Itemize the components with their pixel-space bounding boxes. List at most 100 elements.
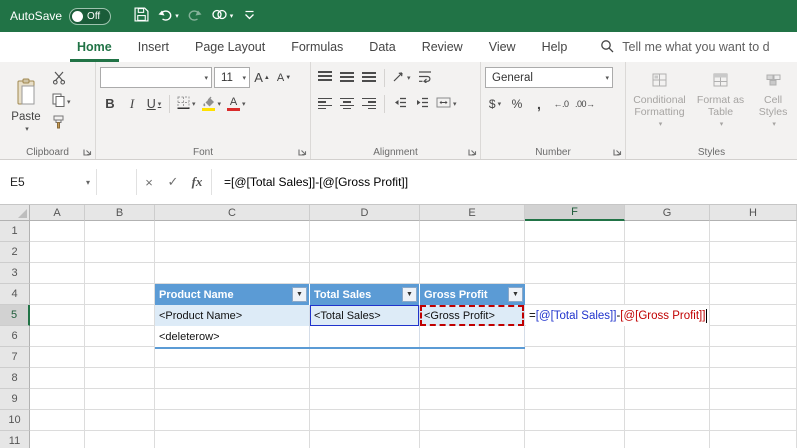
- cell-G1[interactable]: [625, 221, 710, 242]
- name-box[interactable]: E5 ▾: [0, 169, 97, 195]
- save-button[interactable]: [129, 3, 153, 29]
- cell-F5-formula-editing[interactable]: = [@[Total Sales]] - [@[Gross Profit]]: [526, 305, 710, 326]
- cell-F7[interactable]: [525, 347, 625, 368]
- undo-dropdown-icon[interactable]: ▾: [175, 12, 179, 20]
- conditional-formatting-button[interactable]: Conditional Formatting ▾: [630, 69, 689, 128]
- underline-button[interactable]: U ▾: [144, 93, 164, 114]
- cell-A5[interactable]: [30, 305, 85, 326]
- filter-dropdown-button[interactable]: ▼: [508, 287, 523, 302]
- rings-dropdown-icon[interactable]: ▾: [230, 12, 234, 20]
- cell-A2[interactable]: [30, 242, 85, 263]
- fill-color-button[interactable]: ▾: [200, 93, 224, 114]
- cell-D3[interactable]: [310, 263, 420, 284]
- cell-A11[interactable]: [30, 431, 85, 448]
- cell-H8[interactable]: [710, 368, 797, 389]
- cell-H7[interactable]: [710, 347, 797, 368]
- row-header-11[interactable]: 11: [0, 431, 30, 448]
- column-header-F[interactable]: F: [525, 205, 625, 221]
- cell-A3[interactable]: [30, 263, 85, 284]
- cell-C11[interactable]: [155, 431, 310, 448]
- rings-button[interactable]: ▾: [210, 3, 234, 29]
- cell-D2[interactable]: [310, 242, 420, 263]
- merge-center-button[interactable]: ▾: [434, 93, 459, 114]
- font-name-select[interactable]: ▾: [100, 67, 212, 88]
- orientation-button[interactable]: ▾: [390, 67, 413, 88]
- cell-H11[interactable]: [710, 431, 797, 448]
- cell-G7[interactable]: [625, 347, 710, 368]
- paste-button[interactable]: Paste ▾: [4, 67, 48, 143]
- font-name-dropdown-icon[interactable]: ▾: [204, 74, 208, 82]
- align-center-button[interactable]: [337, 93, 357, 114]
- tab-formulas[interactable]: Formulas: [278, 32, 356, 62]
- cell-C3[interactable]: [155, 263, 310, 284]
- paste-dropdown-icon[interactable]: ▾: [25, 125, 29, 133]
- tab-home[interactable]: Home: [64, 32, 125, 62]
- bold-button[interactable]: B: [100, 93, 120, 114]
- font-dialog-launcher[interactable]: [296, 145, 308, 157]
- cell-H10[interactable]: [710, 410, 797, 431]
- number-format-dropdown-icon[interactable]: ▾: [605, 74, 609, 82]
- autosave-control[interactable]: AutoSave Off: [10, 7, 112, 25]
- tab-data[interactable]: Data: [356, 32, 408, 62]
- comma-style-button[interactable]: ,: [529, 93, 549, 114]
- cell-C8[interactable]: [155, 368, 310, 389]
- cell-F10[interactable]: [525, 410, 625, 431]
- cell-B9[interactable]: [85, 389, 155, 410]
- cell-D9[interactable]: [310, 389, 420, 410]
- cell-B1[interactable]: [85, 221, 155, 242]
- cancel-button[interactable]: ×: [137, 169, 161, 195]
- cell-C2[interactable]: [155, 242, 310, 263]
- undo-button[interactable]: ▾: [156, 3, 180, 29]
- tab-help[interactable]: Help: [529, 32, 581, 62]
- column-header-E[interactable]: E: [420, 205, 525, 221]
- tab-view[interactable]: View: [476, 32, 529, 62]
- cell-D8[interactable]: [310, 368, 420, 389]
- cell-F6[interactable]: [525, 326, 625, 347]
- cell-A6[interactable]: [30, 326, 85, 347]
- decrease-indent-button[interactable]: [390, 93, 410, 114]
- orientation-dropdown-icon[interactable]: ▾: [407, 74, 411, 82]
- autosave-toggle[interactable]: Off: [69, 7, 112, 25]
- cell-C9[interactable]: [155, 389, 310, 410]
- cell-B11[interactable]: [85, 431, 155, 448]
- cell-E11[interactable]: [420, 431, 525, 448]
- cell-A10[interactable]: [30, 410, 85, 431]
- name-box-dropdown-icon[interactable]: ▾: [86, 178, 90, 187]
- row-header-7[interactable]: 7: [0, 347, 30, 368]
- align-right-button[interactable]: [359, 93, 379, 114]
- cell-E10[interactable]: [420, 410, 525, 431]
- font-color-button[interactable]: A ▾: [225, 93, 248, 114]
- cell-B5[interactable]: [85, 305, 155, 326]
- cell-B3[interactable]: [85, 263, 155, 284]
- cell-A1[interactable]: [30, 221, 85, 242]
- copy-button[interactable]: ▾: [50, 91, 73, 112]
- cell-G11[interactable]: [625, 431, 710, 448]
- row-header-4[interactable]: 4: [0, 284, 30, 305]
- cell-F1[interactable]: [525, 221, 625, 242]
- customize-quick-access-toolbar-button[interactable]: [237, 3, 261, 29]
- row-header-9[interactable]: 9: [0, 389, 30, 410]
- cell-F3[interactable]: [525, 263, 625, 284]
- cell-E9[interactable]: [420, 389, 525, 410]
- cell-E2[interactable]: [420, 242, 525, 263]
- cell-F9[interactable]: [525, 389, 625, 410]
- tab-review[interactable]: Review: [409, 32, 476, 62]
- cell-A4[interactable]: [30, 284, 85, 305]
- table-header-total-sales[interactable]: Total Sales ▼: [310, 284, 420, 305]
- cell-C5-product-name[interactable]: <Product Name>: [155, 305, 310, 326]
- italic-button[interactable]: I: [122, 93, 142, 114]
- formula-bar-splitter[interactable]: [97, 169, 137, 195]
- increase-decimal-button[interactable]: ←.0: [551, 93, 571, 114]
- cut-button[interactable]: [50, 69, 73, 90]
- format-painter-button[interactable]: [50, 113, 73, 134]
- shrink-font-button[interactable]: A ▼: [274, 67, 294, 88]
- row-header-6[interactable]: 6: [0, 326, 30, 347]
- borders-dropdown-icon[interactable]: ▾: [192, 100, 196, 108]
- accounting-dropdown-icon[interactable]: ▾: [498, 100, 502, 108]
- table-header-gross-profit[interactable]: Gross Profit ▼: [420, 284, 525, 305]
- borders-button[interactable]: ▾: [175, 93, 198, 114]
- row-header-1[interactable]: 1: [0, 221, 30, 242]
- cell-styles-button[interactable]: Cell Styles ▾: [752, 69, 794, 128]
- cell-B7[interactable]: [85, 347, 155, 368]
- cell-D10[interactable]: [310, 410, 420, 431]
